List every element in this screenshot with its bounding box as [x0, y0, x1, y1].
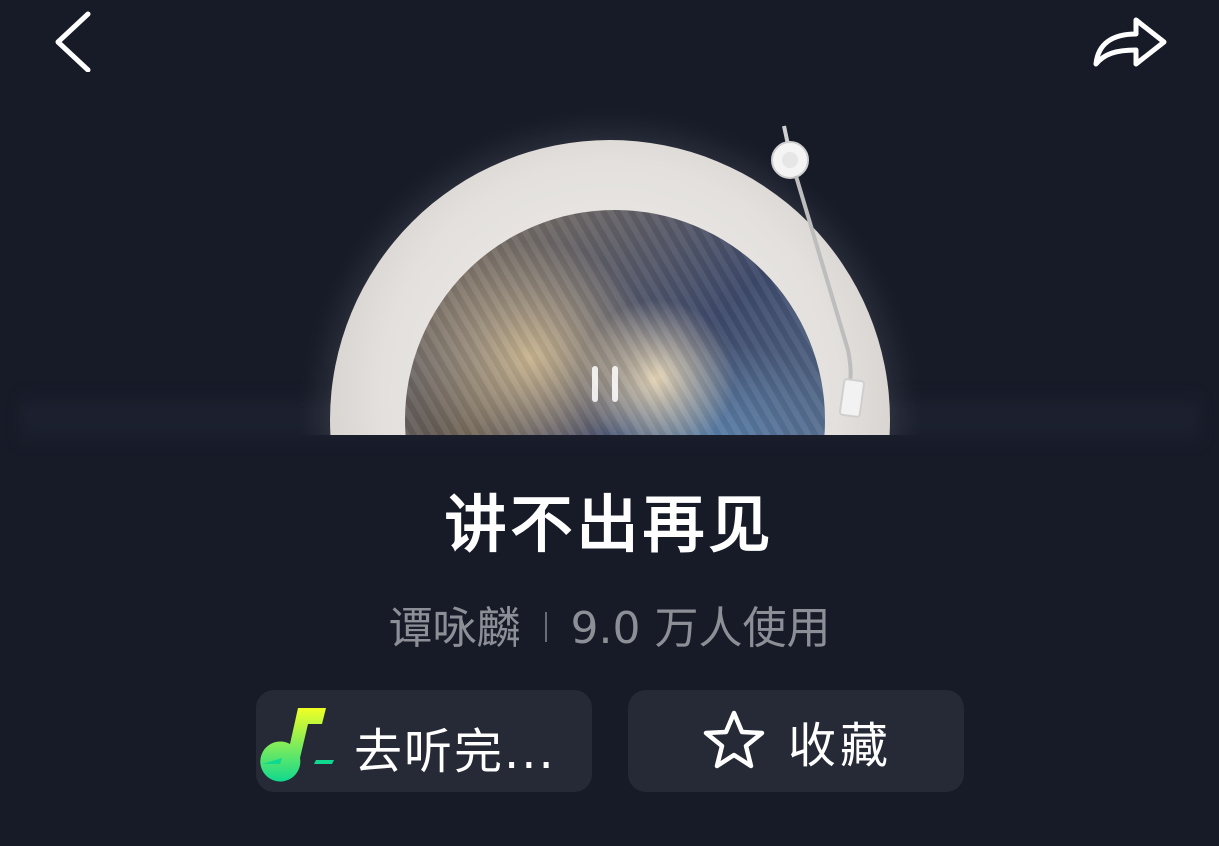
favorite-button[interactable]: 收藏	[628, 690, 964, 792]
share-arrow-icon	[1093, 17, 1167, 67]
music-app-icon	[260, 708, 334, 782]
share-button[interactable]	[1086, 6, 1176, 74]
artist-name[interactable]: 谭咏麟	[389, 603, 521, 654]
meta-divider	[544, 612, 547, 642]
pause-icon[interactable]	[586, 362, 626, 406]
chevron-left-icon	[55, 11, 91, 73]
favorite-label: 收藏	[787, 718, 892, 774]
listen-full-label: 去听完...	[354, 724, 556, 780]
back-button[interactable]	[46, 8, 106, 73]
star-icon	[703, 710, 765, 769]
song-meta: 谭咏麟 9.0 万人使用	[0, 592, 1219, 656]
listen-full-button[interactable]: 去听完...	[256, 690, 592, 792]
song-title: 讲不出再见	[444, 488, 775, 561]
record-player	[0, 110, 1219, 442]
tonearm	[771, 125, 866, 418]
top-bar	[0, 0, 1219, 90]
usage-count: 9.0 万人使用	[570, 603, 831, 654]
